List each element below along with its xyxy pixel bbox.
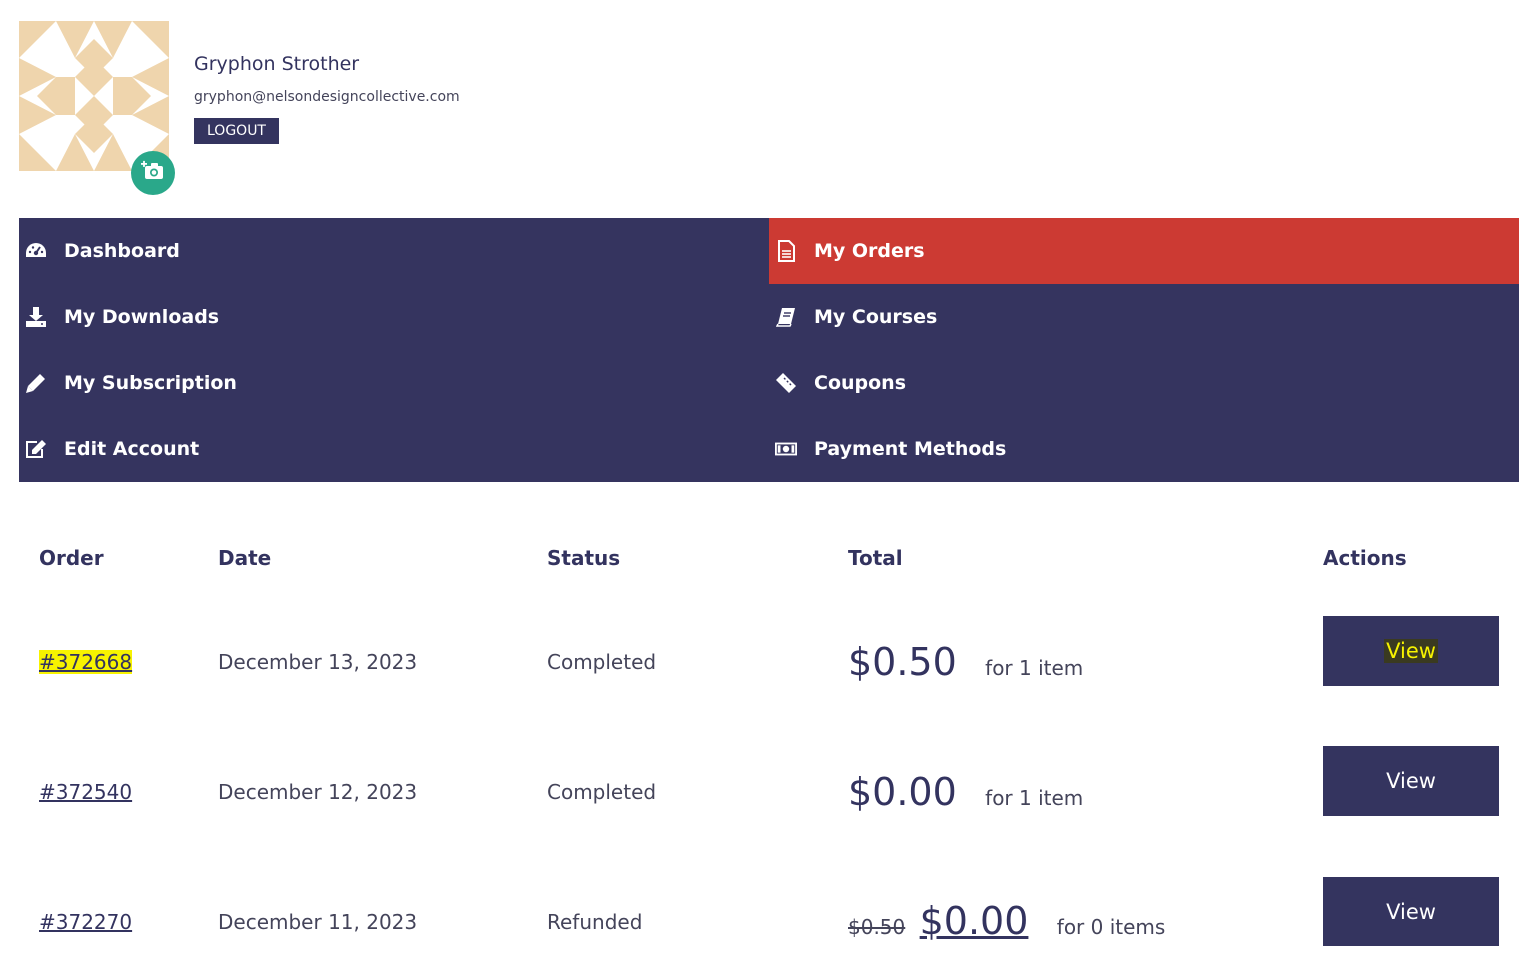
nav-item-edit-account[interactable]: Edit Account [19,416,769,482]
account-navigation: Dashboard My Orders My Downloads My Cour… [19,218,1519,482]
order-total-amount: $0.50 [848,640,957,684]
order-date: December 11, 2023 [218,910,418,934]
camera-plus-icon [141,160,165,186]
order-date: December 13, 2023 [218,650,418,674]
order-original-total: $0.50 [848,915,906,939]
nav-item-label: Edit Account [64,438,200,460]
nav-item-label: My Subscription [64,372,237,394]
dashboard-icon [25,240,47,262]
column-header-total: Total [848,546,903,570]
nav-item-my-downloads[interactable]: My Downloads [19,284,769,350]
nav-item-label: Dashboard [64,240,180,262]
nav-item-my-orders[interactable]: My Orders [769,218,1519,284]
download-icon [25,306,47,328]
book-icon [775,306,797,328]
order-status: Completed [547,650,657,674]
nav-item-label: My Courses [814,306,938,328]
document-icon [775,240,797,262]
view-order-button[interactable]: View [1323,877,1499,946]
order-status: Refunded [547,910,643,934]
order-status: Completed [547,780,657,804]
order-total: $0.50 for 1 item [848,640,1083,684]
order-date: December 12, 2023 [218,780,418,804]
money-icon [775,438,797,460]
nav-item-payment-methods[interactable]: Payment Methods [769,416,1519,482]
view-order-button[interactable]: View [1323,616,1499,686]
order-item-count: for 0 items [1056,915,1166,939]
avatar [19,21,169,171]
avatar-upload-button[interactable] [131,151,175,195]
user-name: Gryphon Strother [194,53,360,75]
order-total: $0.00 for 1 item [848,770,1083,814]
order-total: $0.50 $0.00 for 0 items [848,899,1165,943]
column-header-status: Status [547,546,621,570]
order-number-link[interactable]: #372270 [39,910,132,934]
nav-item-label: Coupons [814,372,907,394]
nav-item-my-subscription[interactable]: My Subscription [19,350,769,416]
pencil-icon [25,372,47,394]
user-email: gryphon@nelsondesigncollective.com [194,89,460,105]
table-row: #372270 December 11, 2023 Refunded $0.50… [19,877,1519,947]
order-item-count: for 1 item [985,786,1084,810]
order-number-link[interactable]: #372668 [39,650,133,674]
column-header-date: Date [218,546,272,570]
nav-item-dashboard[interactable]: Dashboard [19,218,769,284]
table-row: #372668 December 13, 2023 Completed $0.5… [19,616,1519,686]
order-total-amount: $0.00 [848,770,957,814]
nav-item-label: Payment Methods [814,438,1007,460]
view-button-label: View [1384,639,1438,663]
order-total-amount: $0.00 [919,899,1029,943]
nav-item-coupons[interactable]: Coupons [769,350,1519,416]
order-item-count: for 1 item [985,656,1084,680]
table-row: #372540 December 12, 2023 Completed $0.0… [19,746,1519,816]
nav-item-label: My Downloads [64,306,220,328]
edit-icon [25,438,47,460]
order-number-link[interactable]: #372540 [39,780,132,804]
column-header-order: Order [39,546,104,570]
nav-item-my-courses[interactable]: My Courses [769,284,1519,350]
ticket-icon [775,372,797,394]
nav-item-label: My Orders [814,240,925,262]
view-order-button[interactable]: View [1323,746,1499,816]
logout-button[interactable]: LOGOUT [194,118,279,144]
column-header-actions: Actions [1323,546,1407,570]
profile-header: Gryphon Strother gryphon@nelsondesigncol… [19,21,719,201]
